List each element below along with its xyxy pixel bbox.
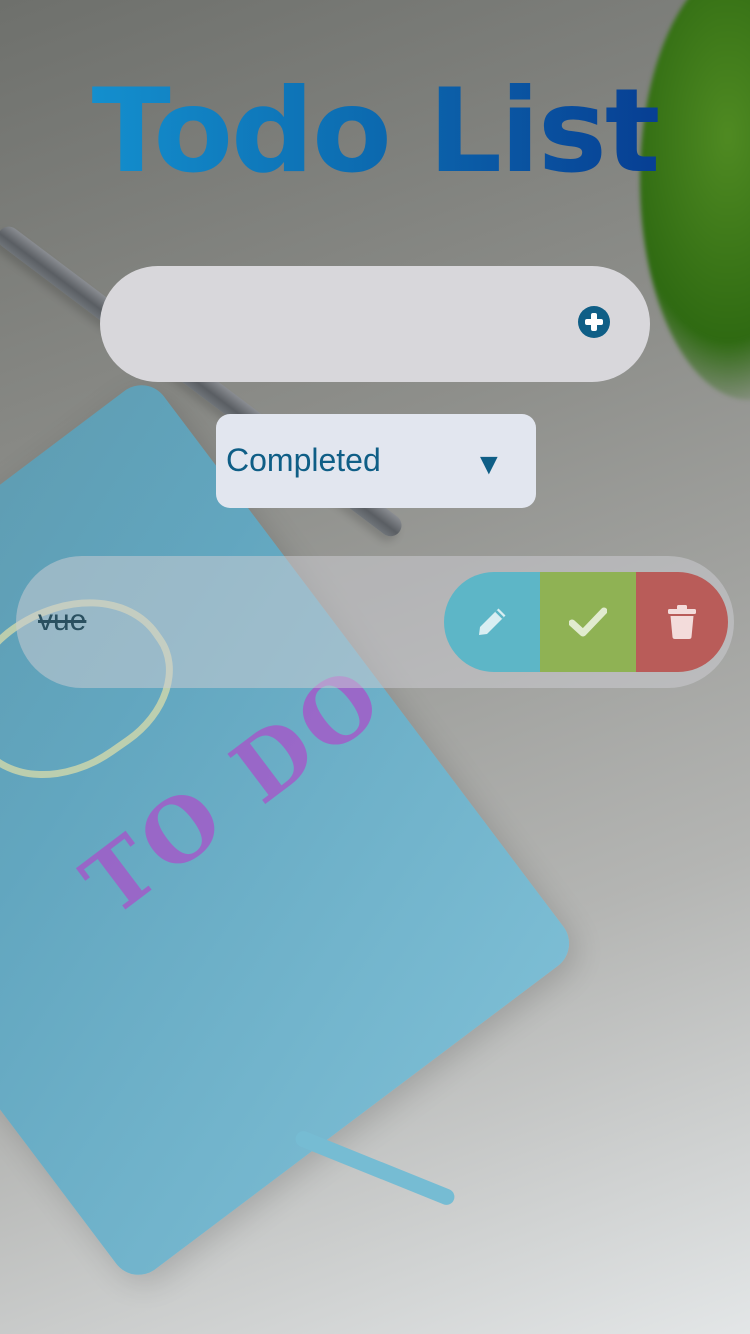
page-title: Todo List: [0, 62, 750, 202]
todo-item: vue: [16, 556, 734, 688]
filter-selected-value: Completed: [226, 442, 381, 478]
pencil-icon: [479, 608, 506, 635]
complete-button[interactable]: [540, 572, 636, 672]
todo-text: vue: [38, 604, 87, 637]
filter-select[interactable]: Completed ▼: [216, 414, 536, 508]
add-todo-form: [100, 266, 650, 382]
edit-button[interactable]: [444, 572, 540, 672]
delete-button[interactable]: [636, 572, 728, 672]
add-todo-button[interactable]: [578, 306, 610, 338]
background-bookmark-ribbon: [293, 1128, 457, 1208]
dropdown-arrow-icon: ▼: [474, 448, 504, 481]
trash-icon: [668, 605, 696, 639]
background-notebook: [0, 373, 581, 1287]
todo-actions: [444, 572, 728, 672]
app-screen: TO DO Todo List Completed ▼ vue: [0, 0, 750, 1334]
todo-input[interactable]: [140, 294, 564, 356]
check-icon: [569, 607, 607, 637]
